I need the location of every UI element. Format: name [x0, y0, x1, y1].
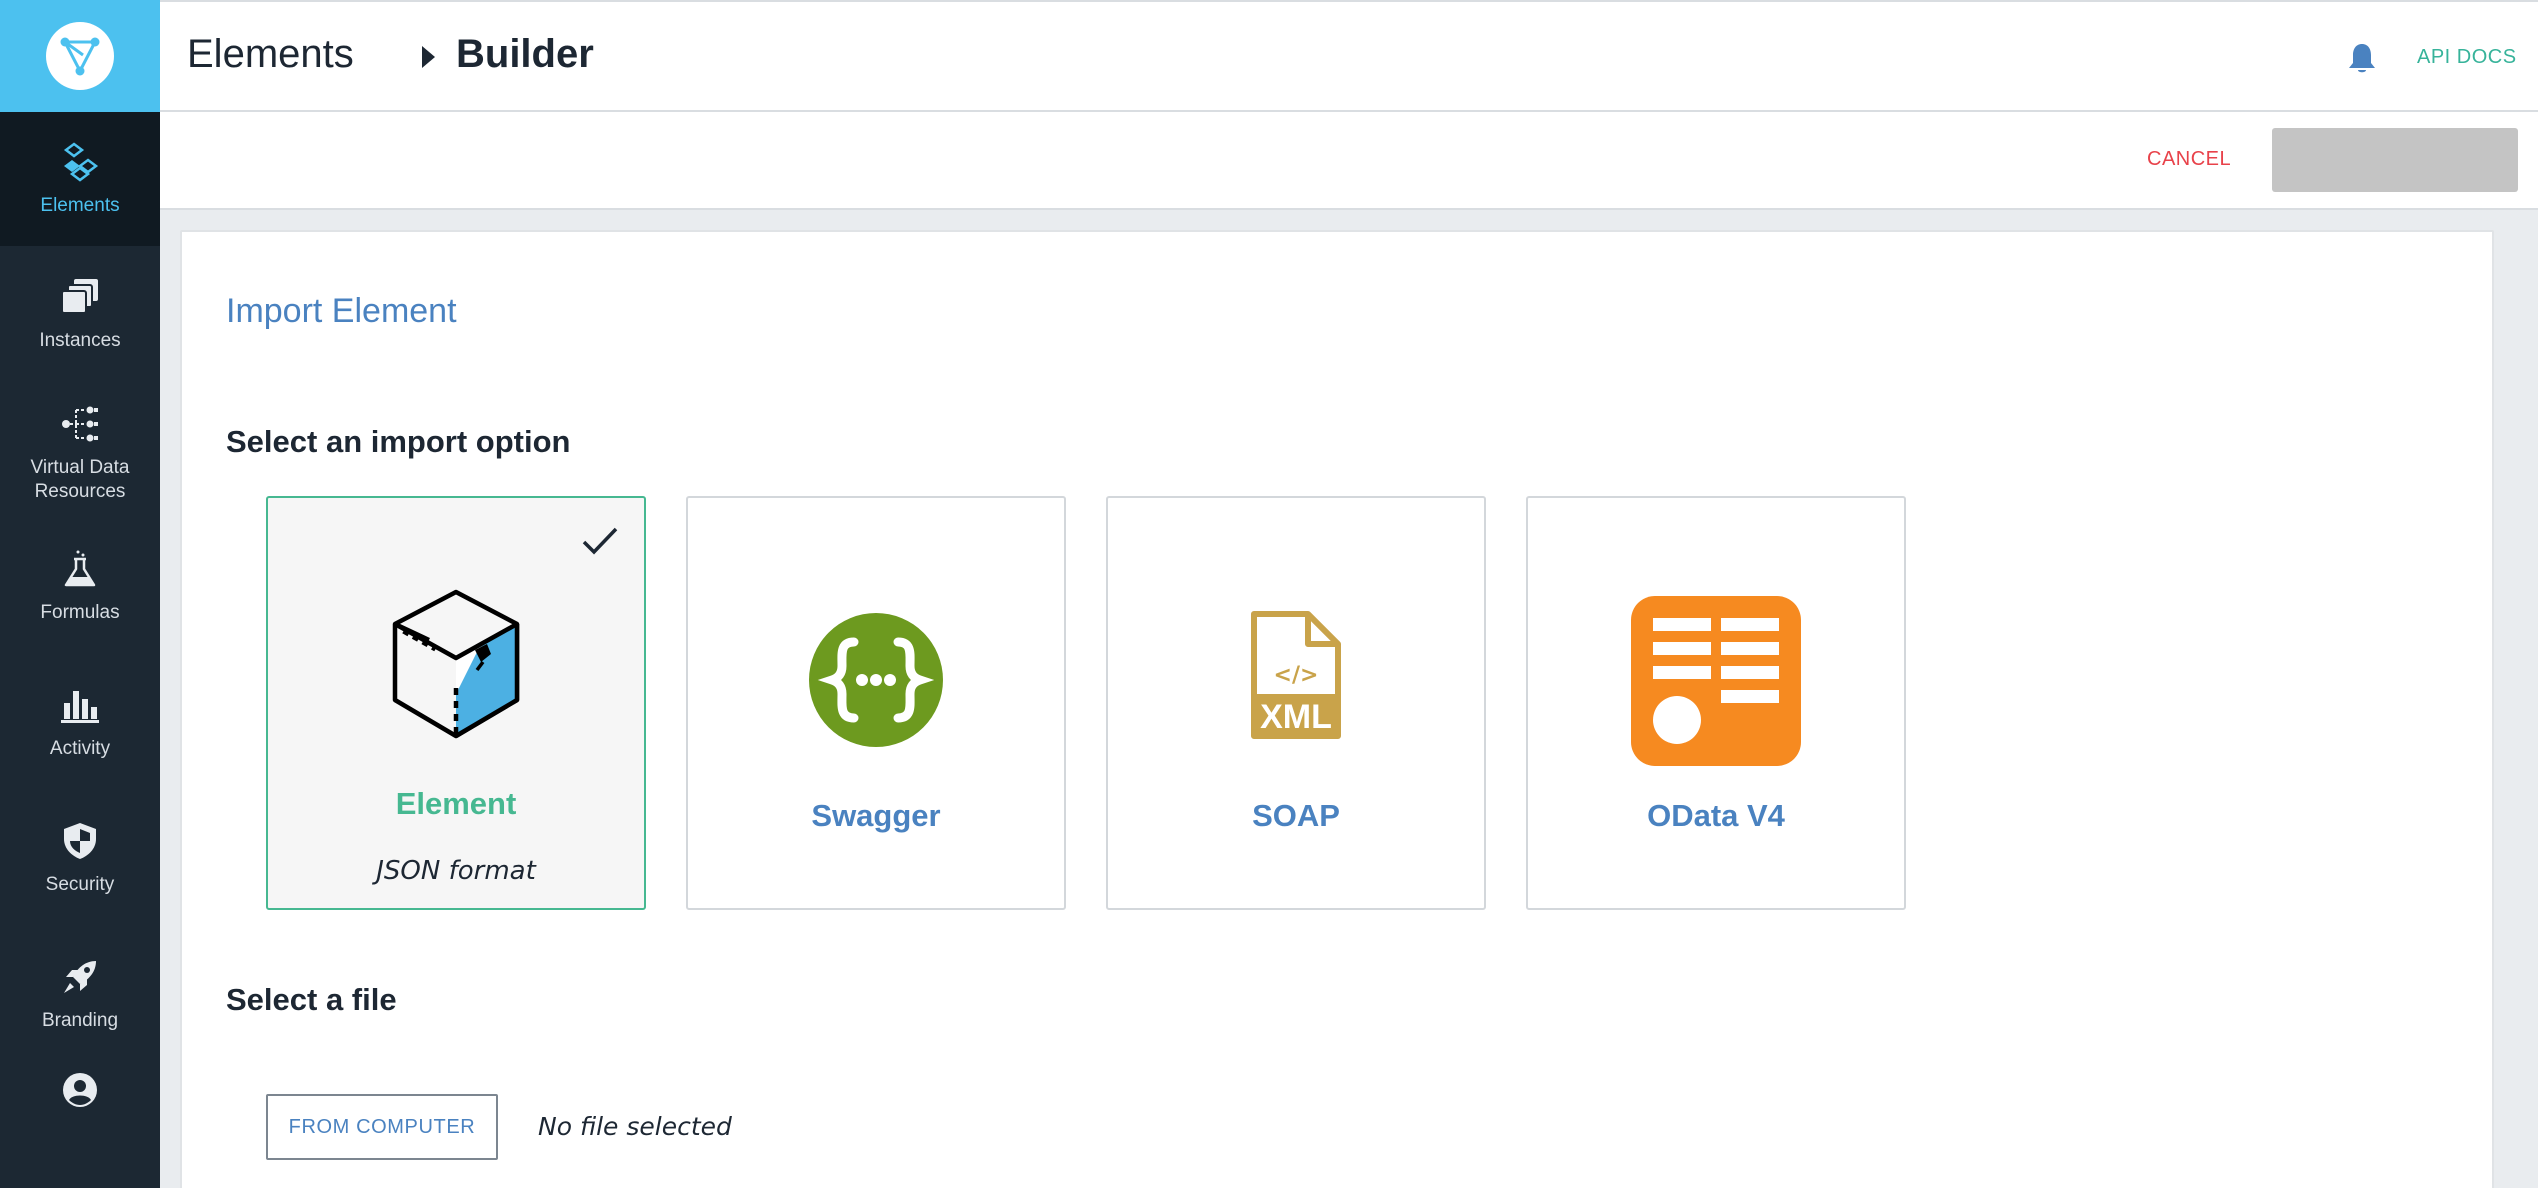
sidebar-item-label: Instances [39, 330, 121, 351]
card-label: Element [395, 786, 517, 821]
api-docs-link[interactable]: API DOCS [2417, 46, 2517, 69]
sidebar-item-virtual-data-resources[interactable]: Virtual Data Resources [0, 382, 160, 518]
xml-file-icon: </> XML [1250, 610, 1342, 745]
sidebar-item-instances[interactable]: Instances [0, 246, 160, 382]
import-option-heading: Select an import option [226, 424, 571, 459]
import-option-swagger[interactable]: Swagger [686, 496, 1066, 910]
top-header: Elements Builder API DOCS [160, 0, 2538, 112]
rocket-icon [58, 955, 102, 999]
breadcrumb-root[interactable]: Elements [187, 32, 354, 77]
bar-chart-icon [58, 683, 102, 727]
file-section-heading: Select a file [226, 982, 397, 1017]
user-icon [62, 1072, 98, 1113]
svg-text:</>: </> [1274, 663, 1319, 688]
sidebar: Elements Instances Virtual Data Resource… [0, 0, 160, 1188]
import-option-soap[interactable]: </> XML SOAP [1106, 496, 1486, 910]
app-logo[interactable] [0, 0, 160, 112]
file-status-text: No file selected [538, 1112, 732, 1141]
cancel-button[interactable]: CANCEL [2147, 148, 2231, 171]
breadcrumb-arrow-icon [422, 46, 435, 68]
cube-plug-icon [389, 588, 523, 745]
odata-icon [1631, 596, 1801, 771]
import-option-element[interactable]: Element JSON format [266, 496, 646, 910]
from-computer-button[interactable]: FROM COMPUTER [266, 1094, 498, 1160]
sidebar-item-label: Virtual Data Resources [30, 457, 130, 502]
sidebar-item-security[interactable]: Security [0, 790, 160, 926]
sidebar-item-elements[interactable]: Elements [0, 112, 160, 246]
instances-icon [58, 275, 102, 319]
import-panel: Import Element Select an import option E [180, 230, 2494, 1188]
sidebar-item-activity[interactable]: Activity [0, 654, 160, 790]
import-option-odata[interactable]: OData V4 [1526, 496, 1906, 910]
shield-icon [58, 819, 102, 863]
checkmark-icon [582, 526, 618, 561]
sidebar-item-label: Branding [41, 1010, 119, 1031]
svg-text:XML: XML [1260, 698, 1332, 736]
breadcrumb-current: Builder [456, 32, 594, 76]
action-bar: CANCEL [160, 112, 2538, 210]
page-title: Import Element [226, 292, 457, 330]
virtual-data-icon [58, 402, 102, 446]
user-account-button[interactable] [0, 1062, 160, 1122]
flask-icon [58, 547, 102, 591]
bell-icon[interactable] [2348, 42, 2376, 79]
card-label: Swagger [811, 798, 941, 833]
card-label: OData V4 [1647, 798, 1785, 833]
swagger-icon [808, 612, 944, 753]
card-sublabel: JSON format [376, 856, 536, 886]
sidebar-item-label: Activity [49, 738, 111, 759]
elements-icon [58, 140, 102, 184]
card-label: SOAP [1252, 798, 1340, 833]
logo-icon [46, 22, 114, 90]
sidebar-item-branding[interactable]: Branding [0, 926, 160, 1062]
sidebar-item-label: Formulas [40, 602, 120, 623]
primary-action-button[interactable] [2272, 128, 2518, 192]
sidebar-item-label: Security [45, 874, 115, 895]
sidebar-item-formulas[interactable]: Formulas [0, 518, 160, 654]
sidebar-item-label: Elements [40, 195, 120, 216]
